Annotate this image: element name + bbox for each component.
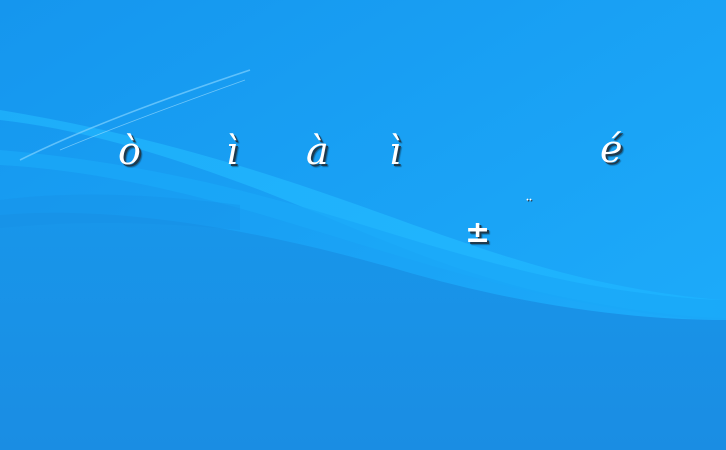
- desktop-wallpaper: [0, 0, 726, 450]
- desktop-glyph-3: à: [306, 129, 329, 173]
- desktop-screen: ò ì à ì é ± ¨: [0, 0, 726, 450]
- desktop-glyph-1: ò: [118, 129, 141, 173]
- desktop-glyph-5: é: [600, 127, 623, 171]
- desktop-glyph-7: ¨: [525, 196, 533, 215]
- desktop-glyph-2: ì: [226, 129, 239, 173]
- desktop-glyph-6: ±: [465, 215, 491, 250]
- desktop-glyph-4: ì: [389, 129, 402, 173]
